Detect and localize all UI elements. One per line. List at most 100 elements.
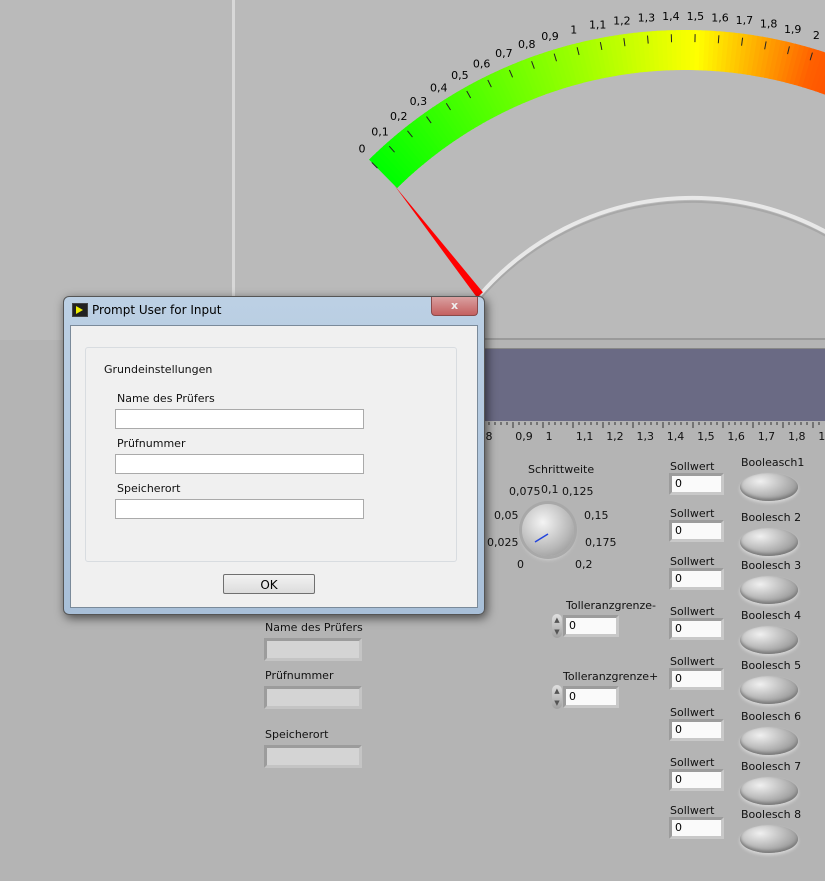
location-display-label: Speicherort [265, 728, 329, 741]
boolean-label: Boolesch 2 [741, 511, 802, 524]
ok-button[interactable]: OK [223, 574, 315, 594]
gauge-tick-label: 0,5 [451, 69, 469, 82]
gauge-tick-label: 1,7 [736, 14, 754, 27]
slider-scale-label: 1,4 [666, 430, 685, 443]
sollwert-input[interactable]: 0 [669, 618, 724, 640]
gauge-tick-label: 1,1 [589, 18, 607, 31]
knob-tick: 0,025 [487, 536, 519, 549]
boolean-label: Boolesch 4 [741, 609, 802, 622]
knob-tick: 0,2 [575, 558, 593, 571]
slider-scale-label: 1,2 [606, 430, 624, 443]
close-button[interactable]: x [431, 297, 478, 316]
gauge-tick-label: 0,8 [518, 38, 536, 51]
slider-scale-label: 1,8 [788, 430, 806, 443]
prompt-dialog: Prompt User for Input x Grundeinstellung… [63, 296, 485, 615]
settings-group: Grundeinstellungen Name des Prüfers Prüf… [85, 347, 457, 562]
sollwert-input[interactable]: 0 [669, 568, 724, 590]
gauge-tick [647, 35, 649, 44]
number-input[interactable] [115, 454, 364, 474]
boolean-label: Boolesch 7 [741, 760, 802, 773]
sollwert-label: Sollwert [670, 706, 715, 719]
boolean-led-6[interactable] [740, 727, 798, 755]
tolerance-plus-input[interactable]: 0 [563, 686, 619, 708]
slider-scale-label: 1,3 [636, 430, 655, 443]
gauge-tick-label: 0,9 [541, 30, 559, 43]
gauge-tick-label: 0,1 [371, 126, 389, 139]
number-display-label: Prüfnummer [265, 669, 334, 682]
sollwert-input[interactable]: 0 [669, 473, 724, 495]
boolean-led-4[interactable] [740, 626, 798, 654]
gauge-tick-label: 1,9 [784, 23, 802, 36]
gauge-needle [394, 185, 483, 298]
boolean-led-5[interactable] [740, 676, 798, 704]
tolerance-plus-label: Tolleranzgrenze+ [563, 670, 659, 683]
gauge-tick-label: 1,5 [687, 10, 705, 23]
knob-tick: 0,075 [509, 485, 541, 498]
boolean-led-7[interactable] [740, 777, 798, 805]
gauge-tick-label: 0,3 [410, 95, 428, 108]
gauge-tick-label: 1,2 [613, 14, 631, 27]
gauge-tick-label: 1,4 [662, 10, 680, 23]
tolerance-minus-input[interactable]: 0 [563, 615, 619, 637]
tolerance-minus-label: Tolleranzgrenze- [566, 599, 656, 612]
boolean-label: Booleasch1 [741, 456, 805, 469]
boolean-led-3[interactable] [740, 576, 798, 604]
sollwert-label: Sollwert [670, 756, 715, 769]
boolean-led-1[interactable] [740, 473, 798, 501]
sollwert-input[interactable]: 0 [669, 668, 724, 690]
slider-scale-label: 1,6 [727, 430, 745, 443]
knob-tick: 0,05 [494, 509, 519, 522]
slider-scale-label: 1 [545, 430, 553, 443]
dialog-body: Grundeinstellungen Name des Prüfers Prüf… [70, 325, 478, 608]
slider-scale-label: 1,1 [575, 430, 594, 443]
knob-tick: 0,125 [562, 485, 594, 498]
dialog-title: Prompt User for Input [92, 303, 222, 317]
gauge-tick [717, 35, 720, 44]
sollwert-label: Sollwert [670, 507, 715, 520]
sollwert-input[interactable]: 0 [669, 817, 724, 839]
gauge-tick-label: 1 [570, 24, 577, 37]
sollwert-input[interactable]: 0 [669, 719, 724, 741]
name-label: Name des Prüfers [117, 392, 215, 405]
sollwert-label: Sollwert [670, 555, 715, 568]
boolean-led-8[interactable] [740, 825, 798, 853]
gauge-tick-label: 0 [359, 142, 366, 155]
gauge-tick-label: 0,4 [430, 81, 448, 94]
name-input[interactable] [115, 409, 364, 429]
gauge-tick-label: 0,2 [390, 110, 408, 123]
gauge-inner-rim [478, 195, 825, 297]
tolerance-minus-spinner[interactable]: ▲ ▼ [552, 614, 562, 638]
sollwert-label: Sollwert [670, 605, 715, 618]
schrittweite-knob[interactable] [522, 504, 574, 556]
sollwert-input[interactable]: 0 [669, 520, 724, 542]
group-title: Grundeinstellungen [104, 363, 213, 376]
knob-tick: 0,175 [585, 536, 617, 549]
boolean-label: Boolesch 8 [741, 808, 802, 821]
sollwert-input[interactable]: 0 [669, 769, 724, 791]
tolerance-plus-spinner[interactable]: ▲ ▼ [552, 685, 562, 709]
gauge: 0 0,10,20,30,40,5 0,6 0,7 0,8 0,9 1 1,1 1,2 1,3 1,… [359, 10, 825, 300]
number-label: Prüfnummer [117, 437, 186, 450]
knob-tick: 0 [517, 558, 524, 571]
slider-scale-label: 1,9 [818, 430, 825, 443]
gauge-tick-label: 0,6 [473, 57, 491, 70]
boolean-label: Boolesch 5 [741, 659, 802, 672]
boolean-label: Boolesch 6 [741, 710, 802, 723]
slider-scale-label: 0,9 [515, 430, 533, 443]
knob-label: Schrittweite [528, 463, 595, 476]
gauge-tick-label: 1,3 [638, 12, 656, 25]
gauge-tick-label: 2 [813, 29, 820, 42]
name-display [264, 638, 362, 661]
sollwert-label: Sollwert [670, 460, 715, 473]
location-display [264, 745, 362, 768]
sollwert-label: Sollwert [670, 804, 715, 817]
boolean-led-2[interactable] [740, 528, 798, 556]
number-display [264, 686, 362, 709]
gauge-tick-label: 0,7 [495, 47, 513, 60]
knob-tick: 0,1 [541, 483, 559, 496]
slider-scale-label: 1,7 [757, 430, 776, 443]
slider-scale-label: 1,5 [697, 430, 715, 443]
location-input[interactable] [115, 499, 364, 519]
labview-icon [72, 303, 88, 317]
gauge-tick-label: 1,8 [760, 18, 778, 31]
